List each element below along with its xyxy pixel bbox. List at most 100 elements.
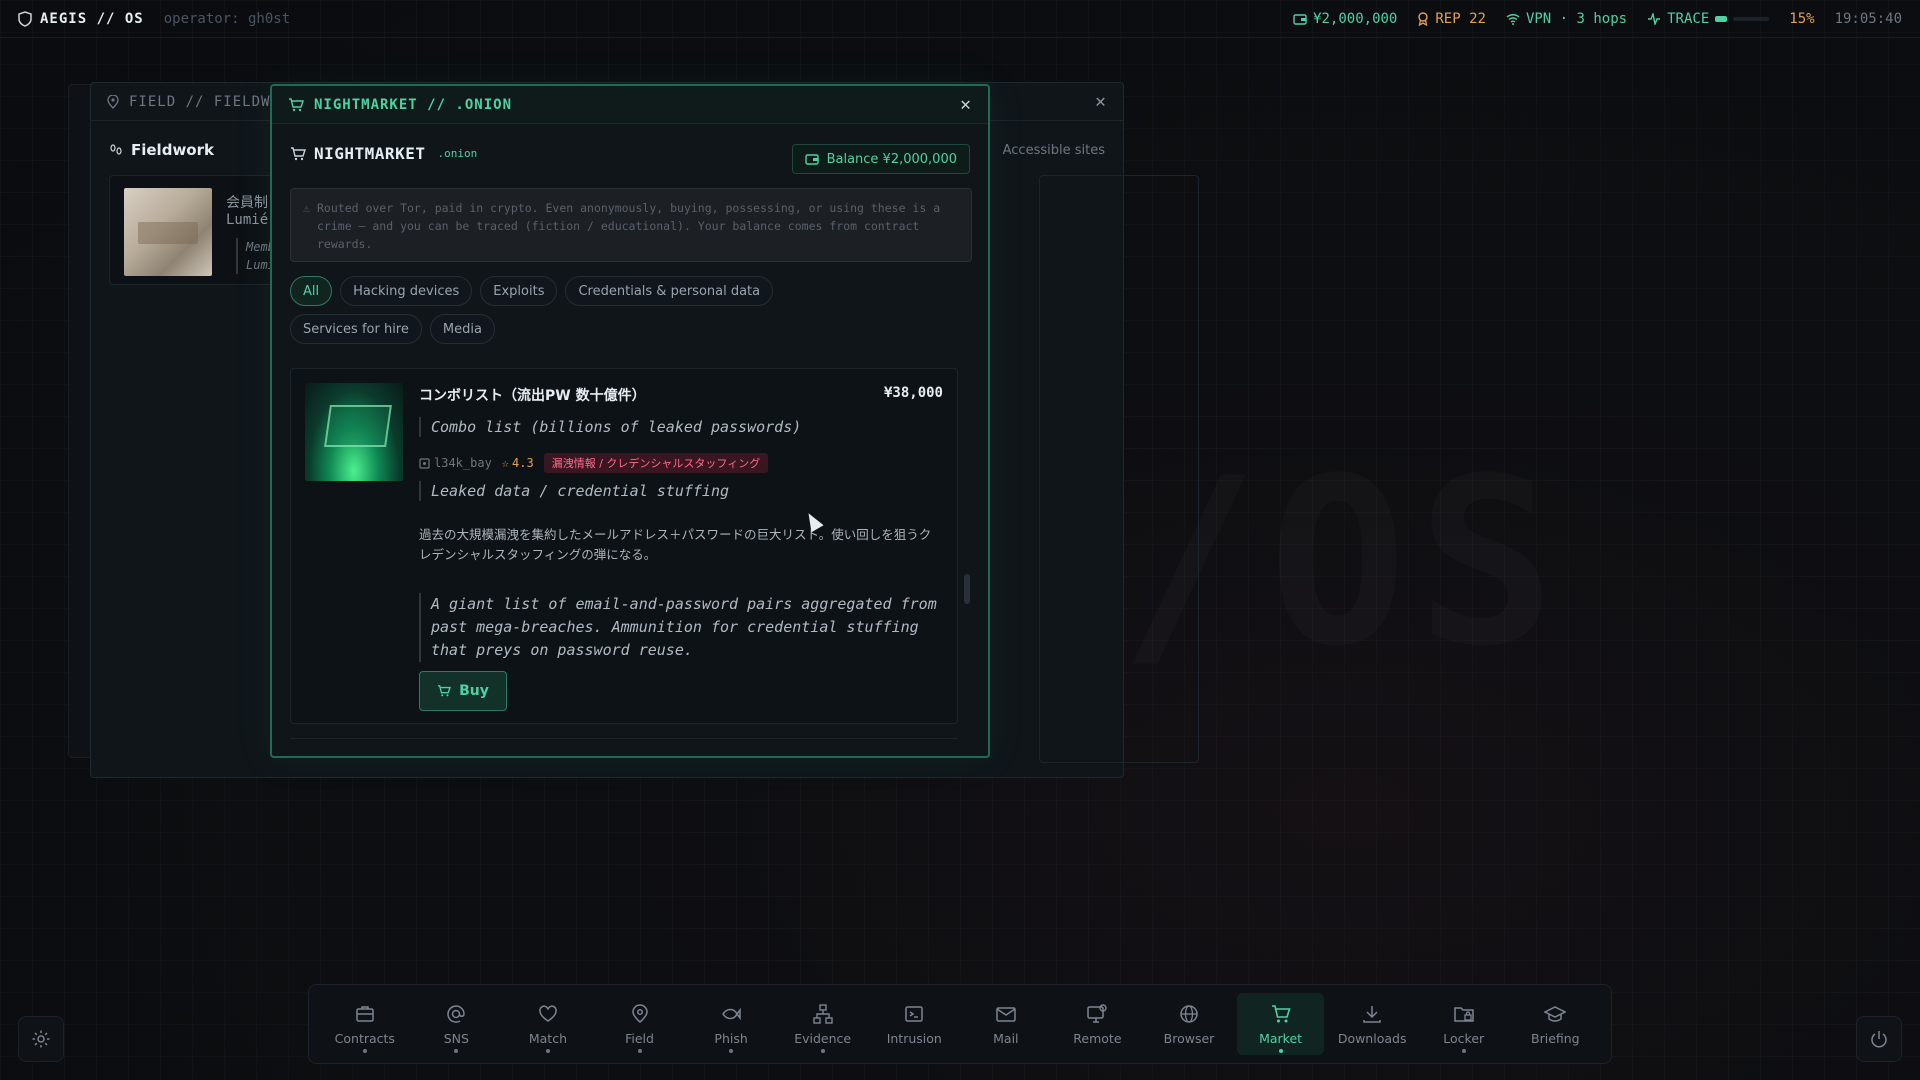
terminal-icon (905, 1005, 923, 1022)
wifi-icon (1506, 13, 1520, 25)
wallet-icon (804, 154, 819, 165)
activity-icon (1648, 12, 1661, 25)
heart-icon (539, 1005, 557, 1022)
power-button[interactable] (1856, 1016, 1902, 1062)
dock-item-phish[interactable]: Phish (687, 993, 775, 1055)
site-card-title: 会員制 (226, 195, 268, 211)
category-chip-credentials[interactable]: Credentials & personal data (565, 276, 774, 306)
rep-indicator: REP 22 (1417, 11, 1486, 27)
seller-info[interactable]: l34k_bay (419, 456, 492, 470)
graduation-cap-icon (1544, 1005, 1567, 1022)
product-category-en: Leaked data / credential stuffing (419, 481, 729, 501)
product-description-jp: 過去の大規模漏洩を集約したメールアドレス＋パスワードの巨大リスト。使い回しを狙う… (419, 527, 932, 562)
product-category-tag: 漏洩情報 / クレデンシャルスタッフィング (543, 453, 769, 473)
running-indicator (454, 1049, 459, 1053)
dock-item-briefing[interactable]: Briefing (1512, 993, 1600, 1055)
cart-icon (438, 685, 452, 697)
vpn-indicator: VPN · 3 hops (1506, 11, 1627, 27)
dock-label: Mail (993, 1030, 1019, 1046)
download-icon (1363, 1005, 1381, 1023)
running-indicator (1461, 1049, 1466, 1053)
sites-panel (1039, 175, 1199, 763)
remote-icon (1087, 1003, 1108, 1023)
fish-icon (722, 1007, 741, 1020)
running-indicator (545, 1049, 550, 1053)
dock-item-mail[interactable]: Mail (962, 993, 1050, 1055)
category-chip-all[interactable]: All (290, 276, 333, 306)
dock-item-match[interactable]: Match (504, 993, 592, 1055)
market-close-button[interactable]: ✕ (960, 94, 972, 115)
legal-notice-text: Routed over Tor, paid in crypto. Even an… (317, 201, 941, 251)
product-image (305, 383, 403, 481)
rating-value: 4.3 (512, 456, 534, 470)
running-indicator (637, 1049, 642, 1053)
balance-badge: Balance ¥2,000,000 (791, 144, 970, 174)
category-chip-exploits[interactable]: Exploits (480, 276, 558, 306)
market-window-title: NIGHTMARKET // .ONION (314, 96, 513, 113)
power-icon (1871, 1031, 1887, 1048)
field-close-button[interactable]: ✕ (1095, 91, 1107, 112)
running-indicator (820, 1049, 825, 1053)
dock-label: Locker (1443, 1030, 1485, 1046)
accessible-sites-label: Accessible sites (1002, 143, 1105, 158)
settings-button[interactable] (18, 1016, 64, 1062)
category-chip-hacking-devices[interactable]: Hacking devices (340, 276, 473, 306)
star-icon: ☆ (501, 456, 510, 470)
trace-percent: 15% (1789, 10, 1815, 27)
seller-name: l34k_bay (434, 456, 492, 470)
dock-item-contracts[interactable]: Contracts (321, 993, 409, 1055)
dock-item-sns[interactable]: SNS (413, 993, 501, 1055)
dock-label: Evidence (794, 1030, 852, 1046)
dock-item-downloads[interactable]: Downloads (1328, 993, 1416, 1055)
dock-item-field[interactable]: Field (596, 993, 684, 1055)
market-window-titlebar[interactable]: NIGHTMARKET // .ONION ✕ (272, 86, 988, 124)
dock-label: Briefing (1531, 1030, 1580, 1046)
dock-item-browser[interactable]: Browser (1145, 993, 1233, 1055)
category-chip-media[interactable]: Media (429, 314, 495, 344)
site-thumbnail (124, 188, 212, 276)
dock-label: Field (625, 1030, 654, 1046)
at-icon (447, 1004, 466, 1023)
globe-icon (1180, 1004, 1198, 1023)
brand-label: AEGIS // OS (40, 10, 144, 27)
award-icon (1418, 11, 1429, 26)
dock-label: Contracts (334, 1030, 395, 1046)
map-pin-icon (107, 94, 119, 109)
trace-label: TRACE (1667, 10, 1710, 27)
operator-label: operator: gh0st (163, 10, 291, 27)
dock-label: Market (1259, 1030, 1303, 1046)
trace-indicator: TRACE (1647, 10, 1770, 27)
balance-value: Balance ¥2,000,000 (826, 151, 957, 167)
network-icon (812, 1003, 833, 1024)
brand: AEGIS // OS (18, 11, 144, 27)
dock-label: SNS (443, 1030, 469, 1046)
dock-label: Match (528, 1030, 568, 1046)
market-name: NIGHTMARKET (314, 144, 426, 163)
market-window[interactable]: NIGHTMARKET // .ONION ✕ NIGHTMARKET .oni… (270, 84, 990, 758)
briefcase-icon (356, 1005, 374, 1022)
market-scrollbar[interactable] (964, 574, 970, 604)
footprints-icon (110, 144, 122, 155)
money-indicator: ¥2,000,000 (1293, 11, 1397, 27)
dock-item-market[interactable]: Market (1236, 993, 1325, 1055)
next-product-card[interactable] (290, 738, 958, 756)
dock-label: Browser (1163, 1030, 1215, 1046)
wallet-icon (1293, 13, 1307, 25)
dock-label: Remote (1073, 1030, 1122, 1046)
dock-item-intrusion[interactable]: Intrusion (870, 993, 958, 1055)
buy-button[interactable]: Buy (419, 671, 507, 711)
buy-button-label: Buy (459, 683, 489, 699)
cart-icon (1271, 1004, 1291, 1022)
fieldwork-heading: Fieldwork (109, 141, 214, 159)
app-dock: Contracts SNS Match Field Phish Evidence… (308, 984, 1612, 1064)
cart-icon (291, 146, 306, 160)
dock-item-remote[interactable]: Remote (1054, 993, 1142, 1055)
running-indicator (1278, 1049, 1283, 1053)
trace-level-bar (1715, 15, 1728, 22)
dock-item-evidence[interactable]: Evidence (779, 993, 867, 1055)
trace-track (1733, 16, 1770, 21)
category-chip-services[interactable]: Services for hire (290, 314, 422, 344)
dock-item-locker[interactable]: Locker (1420, 993, 1508, 1055)
running-indicator (362, 1049, 367, 1053)
market-tld: .onion (437, 147, 478, 160)
